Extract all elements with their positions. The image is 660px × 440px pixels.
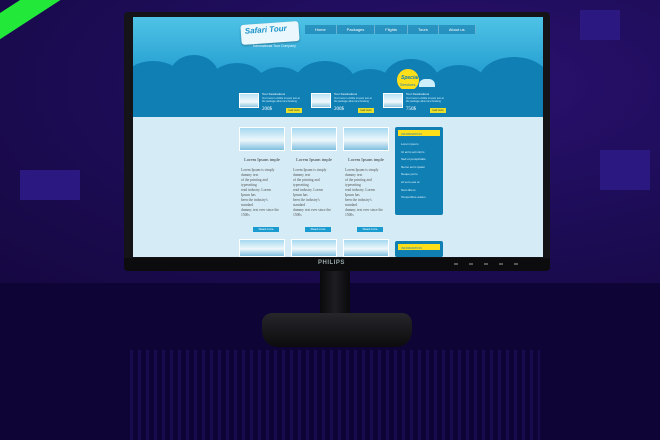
card-image xyxy=(239,127,285,151)
promo-image xyxy=(239,93,259,108)
card-image xyxy=(291,239,337,257)
card-image xyxy=(343,127,389,151)
site-tagline: International Tour Company xyxy=(253,44,296,48)
promo-read-more-button[interactable]: read more xyxy=(286,108,302,113)
monitor-button[interactable] xyxy=(454,263,458,265)
monitor-stand-base xyxy=(262,313,412,347)
promo-title: Tour Destinations xyxy=(334,92,358,96)
content-card: Lorem Ipsum imple Lorem Ipsum is simply … xyxy=(343,127,389,237)
promo-title: Tour Destinations xyxy=(262,92,286,96)
promo-item: Tour Destinations Text more is visible t… xyxy=(383,91,446,115)
sidebar-link[interactable]: Lorem ipsum xyxy=(401,141,426,149)
logo-text: Safari Tour xyxy=(244,23,287,36)
card-title: Lorem Ipsum imple xyxy=(296,157,332,162)
special-line1: Special xyxy=(401,75,419,81)
background-speckle xyxy=(600,150,650,190)
sidebar-list: Lorem ipsum Ut enim ad minim Sed ut pers… xyxy=(401,141,426,202)
info-sidebar-2: INFORMATION xyxy=(395,241,443,257)
sidebar-heading: INFORMATION xyxy=(398,130,440,136)
card-body: Lorem Ipsum is simply dummy text of the … xyxy=(293,168,331,217)
sidebar-link[interactable]: Nam libero xyxy=(401,187,426,195)
promo-item: Tour Destinations Text more is visible t… xyxy=(239,91,302,115)
promo-title: Tour Destinations xyxy=(406,92,430,96)
card-title: Lorem Ipsum imple xyxy=(244,157,280,162)
nav-flights[interactable]: Flights xyxy=(375,25,409,34)
card-image xyxy=(291,127,337,151)
promo-price: 200$ xyxy=(262,107,272,112)
card-image xyxy=(239,239,285,257)
sidebar-link[interactable]: Sed ut perspiciatis xyxy=(401,156,426,164)
monitor-button[interactable] xyxy=(469,263,473,265)
site-nav: Home Packages Flights Tours About us xyxy=(305,25,476,34)
sidebar-link[interactable]: Temporibus autem xyxy=(401,194,426,202)
promo-image xyxy=(383,93,403,108)
monitor-screen: Safari Tour International Tour Company H… xyxy=(133,17,543,257)
sidebar-link[interactable]: At vero eos et xyxy=(401,179,426,187)
card-read-more-button[interactable]: Read more xyxy=(253,227,279,232)
nav-tours[interactable]: Tours xyxy=(408,25,439,34)
monitor-controls xyxy=(454,263,518,265)
site-logo[interactable]: Safari Tour xyxy=(240,21,300,45)
promo-price: 200$ xyxy=(334,107,344,112)
promo-item: Tour Destinations Text more is visible t… xyxy=(311,91,374,115)
info-sidebar: INFORMATION Lorem ipsum Ut enim ad minim… xyxy=(395,127,443,215)
special-line2: Services xyxy=(400,82,416,87)
promo-row: Tour Destinations Text more is visible t… xyxy=(133,89,543,117)
card-read-more-button[interactable]: Read more xyxy=(305,227,331,232)
card-read-more-button[interactable]: Read more xyxy=(357,227,383,232)
background-speckle xyxy=(580,10,620,40)
hero-tab xyxy=(419,79,435,87)
promo-desc: Text more is visible to learn text at th… xyxy=(334,97,372,103)
nav-home[interactable]: Home xyxy=(305,25,337,34)
background-speckle xyxy=(20,170,80,200)
sidebar-link[interactable]: Nemo enim ipsam xyxy=(401,164,426,172)
card-title: Lorem Ipsum imple xyxy=(348,157,384,162)
card-body: Lorem Ipsum is simply dummy text of the … xyxy=(241,168,279,217)
promo-price: 750$ xyxy=(406,107,416,112)
nav-about[interactable]: About us xyxy=(438,25,476,34)
monitor-button[interactable] xyxy=(499,263,503,265)
card-body: Lorem Ipsum is simply dummy text of the … xyxy=(345,168,383,217)
nav-packages[interactable]: Packages xyxy=(336,25,376,34)
content-card: Lorem Ipsum imple Lorem Ipsum is simply … xyxy=(291,127,337,237)
sidebar-link[interactable]: Neque porro xyxy=(401,171,426,179)
promo-image xyxy=(311,93,331,108)
floor-reflection xyxy=(130,350,540,440)
promo-read-more-button[interactable]: read more xyxy=(358,108,374,113)
hero-clouds xyxy=(133,37,543,105)
card-image xyxy=(343,239,389,257)
sidebar-heading: INFORMATION xyxy=(398,244,440,250)
sidebar-link[interactable]: Ut enim ad minim xyxy=(401,149,426,157)
promo-desc: Text more is visible to learn text at th… xyxy=(262,97,300,103)
power-icon[interactable] xyxy=(514,263,518,265)
monitor-brand-logo: PHILIPS xyxy=(318,260,345,266)
monitor-button[interactable] xyxy=(484,263,488,265)
content-card: Lorem Ipsum imple Lorem Ipsum is simply … xyxy=(239,127,285,237)
promo-read-more-button[interactable]: read more xyxy=(430,108,446,113)
site-hero: Safari Tour International Tour Company H… xyxy=(133,17,543,117)
promo-desc: Text more is visible to learn text at th… xyxy=(406,97,444,103)
